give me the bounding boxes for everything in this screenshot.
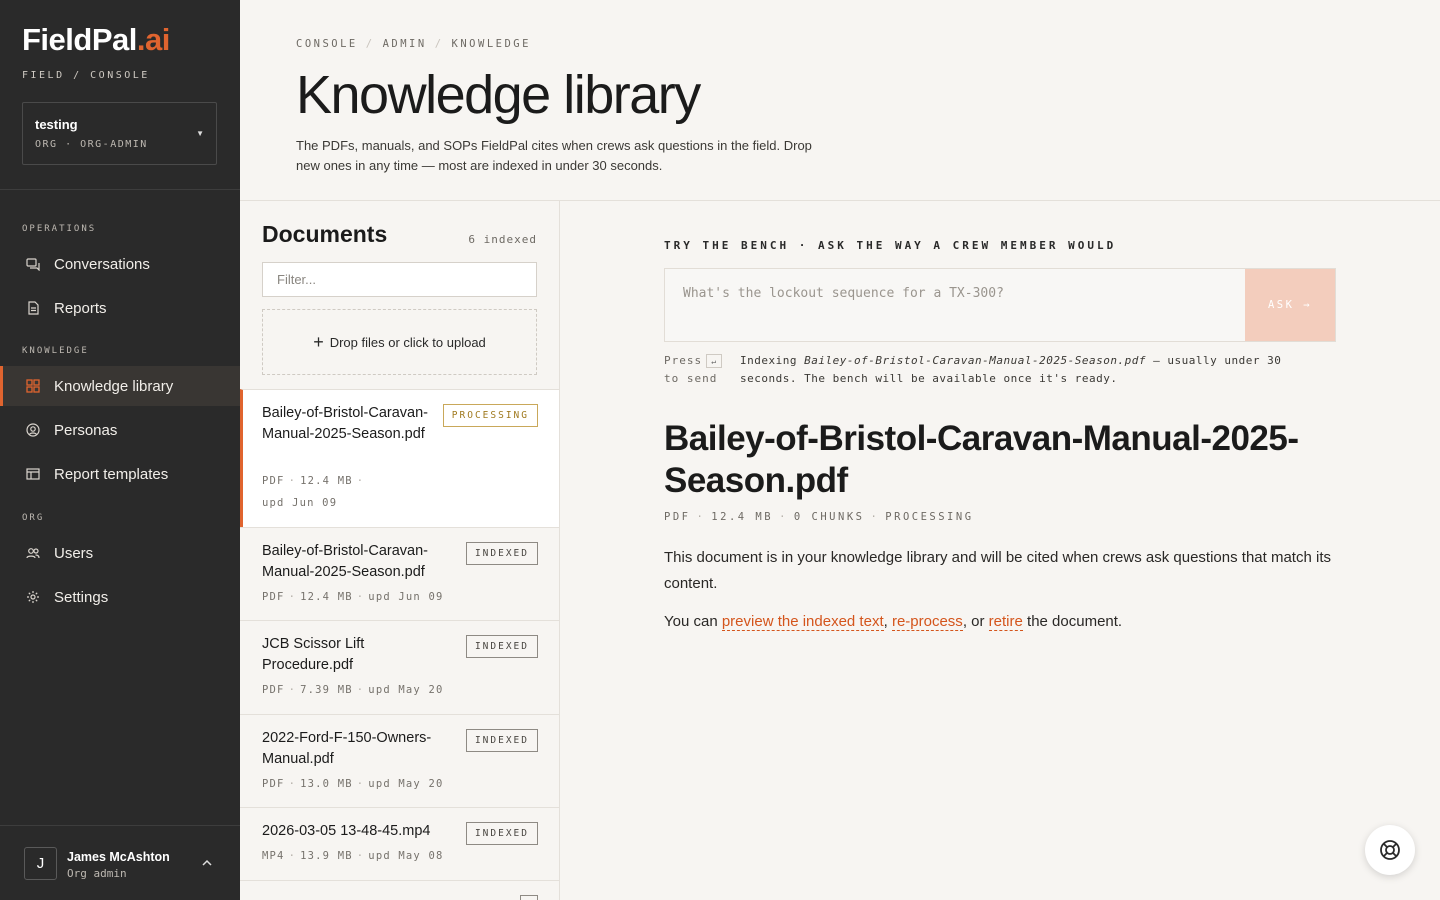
document-meta: PDF · 13.0 MB · upd May 20 [262, 778, 444, 790]
sidebar-item-label: Settings [54, 588, 109, 606]
report-icon [28, 301, 39, 315]
status-badge: INDEXED [465, 542, 538, 565]
chat-icon [26, 258, 40, 271]
status-badge: INDEXED [465, 822, 538, 845]
sidebar-item-knowledge-library[interactable]: Knowledge library [0, 366, 240, 406]
page-title: Knowledge library [296, 65, 701, 125]
template-icon [26, 468, 40, 480]
send-hint: Press ↵ to send [664, 352, 730, 388]
documents-panel: Documents 6 indexed + Drop files or clic… [240, 201, 560, 900]
document-detail-panel: TRY THE BENCH · ASK THE WAY A CREW MEMBE… [560, 201, 1440, 900]
sidebar-item-label: Reports [54, 299, 107, 317]
document-row[interactable]: 2022-Ford-F-150-Owners-Manual.pdf INDEXE… [240, 714, 559, 807]
library-icon [26, 379, 40, 393]
sidebar: FieldPal.ai FIELD / CONSOLE testing ORG … [0, 0, 240, 900]
document-meta: PDF · 7.39 MB · upd May 20 [262, 684, 444, 696]
sidebar-item-label: Conversations [54, 255, 150, 273]
document-name: Bailey-of-Bristol-Caravan-Manual-2025-Se… [262, 405, 428, 442]
indexing-notice: Indexing Bailey-of-Bristol-Caravan-Manua… [740, 354, 1282, 385]
sidebar-item-reports[interactable]: Reports [0, 288, 240, 328]
sidebar-item-users[interactable]: Users [0, 533, 240, 573]
plus-icon: + [313, 331, 324, 352]
filter-input[interactable] [262, 262, 537, 297]
sidebar-item-report-templates[interactable]: Report templates [0, 454, 240, 494]
avatar: J [24, 847, 57, 880]
ask-button[interactable]: ASK → [1245, 269, 1335, 341]
retire-link[interactable]: retire [988, 613, 1023, 631]
document-meta: PDF · 12.4 MB · upd Jun 09 [262, 475, 365, 509]
status-badge: INDEXED [465, 729, 538, 752]
sidebar-divider [0, 189, 240, 190]
upload-label: Drop files or click to upload [329, 334, 486, 350]
preview-indexed-text-link[interactable]: preview the indexed text [721, 613, 884, 631]
users-icon [26, 548, 40, 559]
status-badge: INDEXED [465, 635, 538, 658]
sidebar-item-personas[interactable]: Personas [0, 410, 240, 450]
section-label-operations: OPERATIONS [22, 224, 97, 234]
org-name: testing [35, 117, 78, 132]
user-name: James McAshton [67, 850, 170, 864]
gear-icon [27, 591, 39, 603]
sidebar-item-label: Personas [54, 421, 118, 439]
document-name: 2026-03-05 13-48-45.mp4 [262, 823, 431, 839]
enter-key-icon: ↵ [706, 354, 723, 368]
documents-title: Documents [262, 221, 388, 247]
document-name: JCB Scissor Lift Procedure.pdf [262, 636, 365, 673]
sidebar-item-settings[interactable]: Settings [0, 577, 240, 617]
brand-logo[interactable]: FieldPal.ai [22, 22, 170, 58]
user-menu[interactable]: J James McAshton Org admin [0, 825, 240, 900]
sidebar-item-label: Report templates [54, 465, 169, 483]
ask-input[interactable] [665, 269, 1247, 341]
status-badge: PROCESSING [442, 404, 538, 427]
upload-dropzone[interactable]: + Drop files or click to upload [262, 309, 537, 375]
document-row[interactable]: JCB Scissor Lift Procedure.pdf INDEXED P… [240, 620, 559, 714]
documents-count: 6 indexed [468, 233, 537, 246]
document-row[interactable]: Bailey-of-Bristol-Caravan-Manual-2025-Se… [240, 527, 559, 620]
org-meta: ORG · ORG-ADMIN [35, 139, 148, 150]
document-meta: MP4 · 13.9 MB · upd May 08 [262, 850, 444, 862]
chevron-down-icon: ▼ [196, 129, 204, 138]
section-label-knowledge: KNOWLEDGE [22, 346, 89, 356]
breadcrumb-knowledge: KNOWLEDGE [451, 38, 531, 50]
document-actions: You can preview the indexed text, re-pro… [664, 613, 1123, 631]
ask-box: ASK → [664, 268, 1336, 342]
breadcrumb-console[interactable]: CONSOLE [296, 38, 358, 50]
document-detail-meta: PDF · 12.4 MB · 0 CHUNKS · PROCESSING [664, 511, 974, 523]
persona-icon [26, 423, 40, 437]
sidebar-item-label: Users [54, 544, 94, 562]
document-title: Bailey-of-Bristol-Caravan-Manual-2025-Se… [664, 419, 1299, 500]
brand-subtitle: FIELD / CONSOLE [22, 70, 150, 81]
help-button[interactable] [1365, 825, 1415, 875]
chevron-up-icon[interactable] [200, 856, 214, 870]
section-label-org: ORG [22, 513, 45, 523]
document-meta: PDF · 12.4 MB · upd Jun 09 [262, 591, 444, 603]
reprocess-link[interactable]: re-process [891, 613, 963, 631]
bench-label: TRY THE BENCH · ASK THE WAY A CREW MEMBE… [664, 239, 1117, 252]
user-role: Org admin [67, 867, 127, 880]
sidebar-item-label: Knowledge library [54, 377, 174, 395]
document-row[interactable]: Bailey-of-Bristol-Caravan-Manual-2025-Se… [240, 389, 559, 527]
document-description: This document is in your knowledge libra… [664, 549, 1331, 592]
document-name: 2022-Ford-F-150-Owners-Manual.pdf [262, 730, 432, 767]
lifebuoy-icon [1380, 840, 1400, 860]
breadcrumb: CONSOLE / ADMIN / KNOWLEDGE [296, 38, 531, 50]
status-badge [520, 895, 538, 900]
document-row[interactable] [240, 880, 559, 900]
document-name: Bailey-of-Bristol-Caravan-Manual-2025-Se… [262, 543, 428, 580]
document-row[interactable]: 2026-03-05 13-48-45.mp4 INDEXED MP4 · 13.9… [240, 807, 559, 880]
org-switcher[interactable]: testing ORG · ORG-ADMIN ▼ [22, 102, 217, 165]
breadcrumb-admin[interactable]: ADMIN [383, 38, 427, 50]
page-description: The PDFs, manuals, and SOPs FieldPal cit… [296, 138, 812, 173]
sidebar-item-conversations[interactable]: Conversations [0, 244, 240, 284]
